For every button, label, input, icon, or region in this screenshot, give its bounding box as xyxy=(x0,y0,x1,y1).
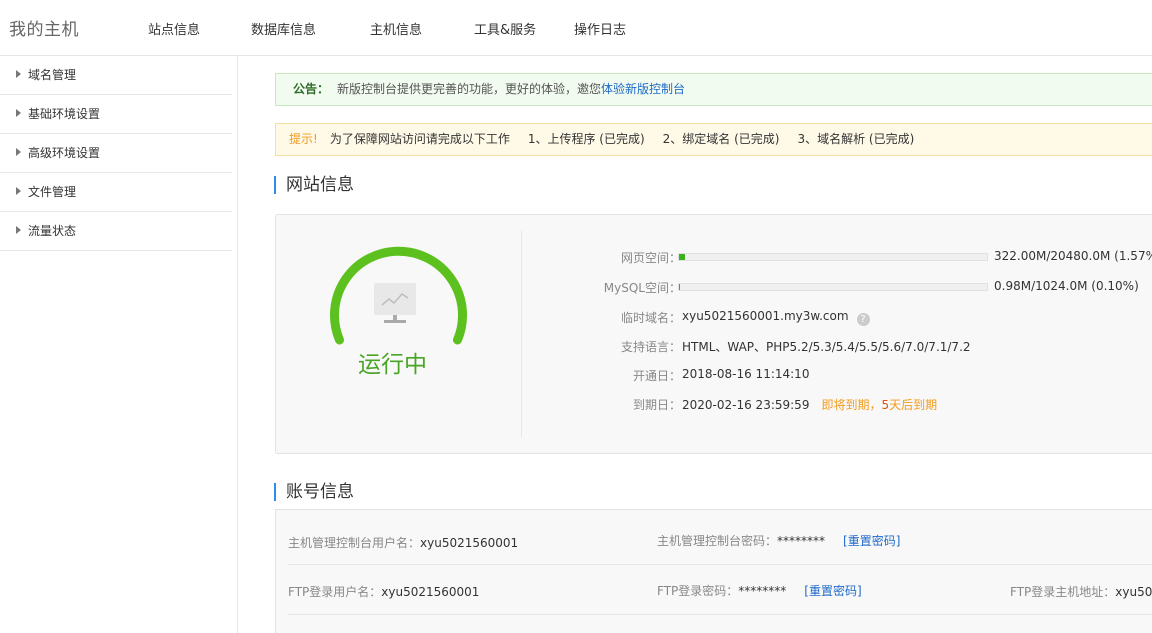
web-space-bar xyxy=(678,253,988,261)
account-info-panel: 主机管理控制台用户名：xyu5021560001 主机管理控制台密码：*****… xyxy=(275,509,1152,633)
mysql-space-label-row: MySQL空间： xyxy=(541,279,681,295)
ftp-host-label: FTP登录主机地址： xyxy=(1010,585,1116,599)
sidebar-item-label: 流量状态 xyxy=(28,224,77,238)
languages-label-row: 支持语言： xyxy=(541,338,681,354)
sidebar-item-domain[interactable]: 域名管理 xyxy=(0,56,232,95)
account-info-title: 账号信息 xyxy=(274,483,354,501)
languages-value-row: HTML、WAP、PHP5.2/5.3/5.4/5.5/5.6/7.0/7.1/… xyxy=(682,338,971,355)
host-user-cell: 主机管理控制台用户名：xyu5021560001 xyxy=(288,534,518,551)
ftp-pwd-value: ******** xyxy=(738,584,787,598)
ftp-user-value: xyu5021560001 xyxy=(381,585,480,599)
temp-domain-label-row: 临时域名： xyxy=(541,309,681,325)
triangle-right-icon xyxy=(16,70,21,78)
tip-step: 1、上传程序 (已完成) xyxy=(527,132,645,146)
expire-warning-text: 即将到期， xyxy=(821,398,882,412)
monitor-chart-icon xyxy=(374,283,416,323)
mysql-space-value: 0.98M/1024.0M (0.10%) xyxy=(994,279,1139,293)
mysql-space-bar-fill xyxy=(679,284,680,290)
ftp-pwd-label: FTP登录密码： xyxy=(657,584,739,598)
expire-days: 5 xyxy=(881,398,890,412)
ftp-pwd-cell: FTP登录密码：******** [重置密码] xyxy=(657,582,862,599)
triangle-right-icon xyxy=(16,226,21,234)
reset-ftp-password-link[interactable]: [重置密码] xyxy=(804,584,861,598)
sidebar-item-basic-env[interactable]: 基础环境设置 xyxy=(0,95,232,134)
open-date-label: 开通日： xyxy=(632,369,681,383)
web-space-value: 322.00M/20480.0M (1.57%) xyxy=(994,249,1152,263)
sidebar-item-label: 文件管理 xyxy=(28,185,77,199)
reset-host-password-link[interactable]: [重置密码] xyxy=(843,534,900,548)
languages-label: 支持语言： xyxy=(620,340,681,354)
temp-domain-value: xyu5021560001.my3w.com xyxy=(682,309,849,323)
sidebar-item-file-manage[interactable]: 文件管理 xyxy=(0,173,232,212)
open-date-value: 2018-08-16 11:14:10 xyxy=(682,367,810,381)
sidebar: 域名管理 基础环境设置 高级环境设置 文件管理 流量状态 xyxy=(0,56,238,633)
status-gauge xyxy=(330,246,467,345)
mysql-space-label: MySQL空间： xyxy=(603,281,681,295)
expire-date-value: 2020-02-16 23:59:59 xyxy=(682,398,810,412)
row-divider xyxy=(288,614,1152,615)
nav-operation-log[interactable]: 操作日志 xyxy=(574,19,626,38)
sidebar-item-label: 基础环境设置 xyxy=(28,107,101,121)
ftp-user-label: FTP登录用户名： xyxy=(288,585,382,599)
expire-warning: 即将到期，5天后到期 xyxy=(821,398,937,412)
web-space-label: 网页空间： xyxy=(620,251,681,265)
ftp-host-cell: FTP登录主机地址：xyu50 xyxy=(1010,583,1152,600)
tip-text: 为了保障网站访问请完成以下工作 xyxy=(329,132,510,146)
expire-date-value-row: 2020-02-16 23:59:59 即将到期，5天后到期 xyxy=(682,396,937,413)
host-pwd-cell: 主机管理控制台密码：******** [重置密码] xyxy=(657,532,900,549)
expire-date-label-row: 到期日： xyxy=(541,396,681,412)
sidebar-item-advanced-env[interactable]: 高级环境设置 xyxy=(0,134,232,173)
ftp-host-value: xyu50 xyxy=(1115,585,1152,599)
web-space-label-row: 网页空间： xyxy=(541,249,681,265)
top-navbar: 我的主机 站点信息 数据库信息 主机信息 工具&服务 操作日志 xyxy=(0,0,1152,56)
web-space-bar-fill xyxy=(679,254,686,260)
sidebar-item-traffic[interactable]: 流量状态 xyxy=(0,212,232,251)
triangle-right-icon xyxy=(16,109,21,117)
running-status: 运行中 xyxy=(358,352,427,378)
triangle-right-icon xyxy=(16,148,21,156)
question-icon[interactable]: ? xyxy=(856,313,870,326)
announcement-text: 新版控制台提供更完善的功能，更好的体验，邀您 xyxy=(337,82,602,96)
expire-date-label: 到期日： xyxy=(632,398,681,412)
temp-domain-value-row: xyu5021560001.my3w.com? xyxy=(682,309,870,326)
tip-banner: 提示! 为了保障网站访问请完成以下工作 1、上传程序 (已完成) 2、绑定域名 (已完… xyxy=(275,123,1152,156)
open-date-value-row: 2018-08-16 11:14:10 xyxy=(682,367,809,381)
nav-host-info[interactable]: 主机信息 xyxy=(370,19,422,38)
host-pwd-label: 主机管理控制台密码： xyxy=(657,534,778,548)
tip-step: 2、绑定域名 (已完成) xyxy=(662,132,780,146)
temp-domain-label: 临时域名： xyxy=(620,311,681,325)
announcement-label: 公告： xyxy=(293,82,330,96)
row-divider xyxy=(288,564,1152,565)
host-pwd-value: ******** xyxy=(777,534,826,548)
sidebar-item-label: 高级环境设置 xyxy=(28,146,101,160)
triangle-right-icon xyxy=(16,187,21,195)
tip-label: 提示! xyxy=(289,132,318,146)
brand-title: 我的主机 xyxy=(9,20,79,40)
mysql-space-bar xyxy=(678,283,988,291)
sidebar-item-label: 域名管理 xyxy=(28,68,77,82)
site-info-title: 网站信息 xyxy=(274,176,354,194)
languages-value: HTML、WAP、PHP5.2/5.3/5.4/5.5/5.6/7.0/7.1/… xyxy=(682,340,971,354)
open-date-label-row: 开通日： xyxy=(541,367,681,383)
panel-divider xyxy=(521,231,522,437)
new-console-link[interactable]: 体验新版控制台 xyxy=(601,82,685,96)
nav-database-info[interactable]: 数据库信息 xyxy=(251,19,316,38)
tip-step: 3、域名解析 (已完成) xyxy=(797,132,915,146)
expire-days-suffix: 天后到期 xyxy=(889,398,938,412)
announcement-banner: 公告： 新版控制台提供更完善的功能，更好的体验，邀您体验新版控制台 xyxy=(275,73,1152,106)
nav-tools-services[interactable]: 工具&服务 xyxy=(474,19,536,38)
nav-site-info[interactable]: 站点信息 xyxy=(148,19,200,38)
host-user-value: xyu5021560001 xyxy=(420,536,519,550)
site-info-panel: 运行中 网页空间： 322.00M/20480.0M (1.57%) MySQL… xyxy=(275,214,1152,454)
ftp-user-cell: FTP登录用户名：xyu5021560001 xyxy=(288,583,479,600)
host-user-label: 主机管理控制台用户名： xyxy=(288,536,421,550)
